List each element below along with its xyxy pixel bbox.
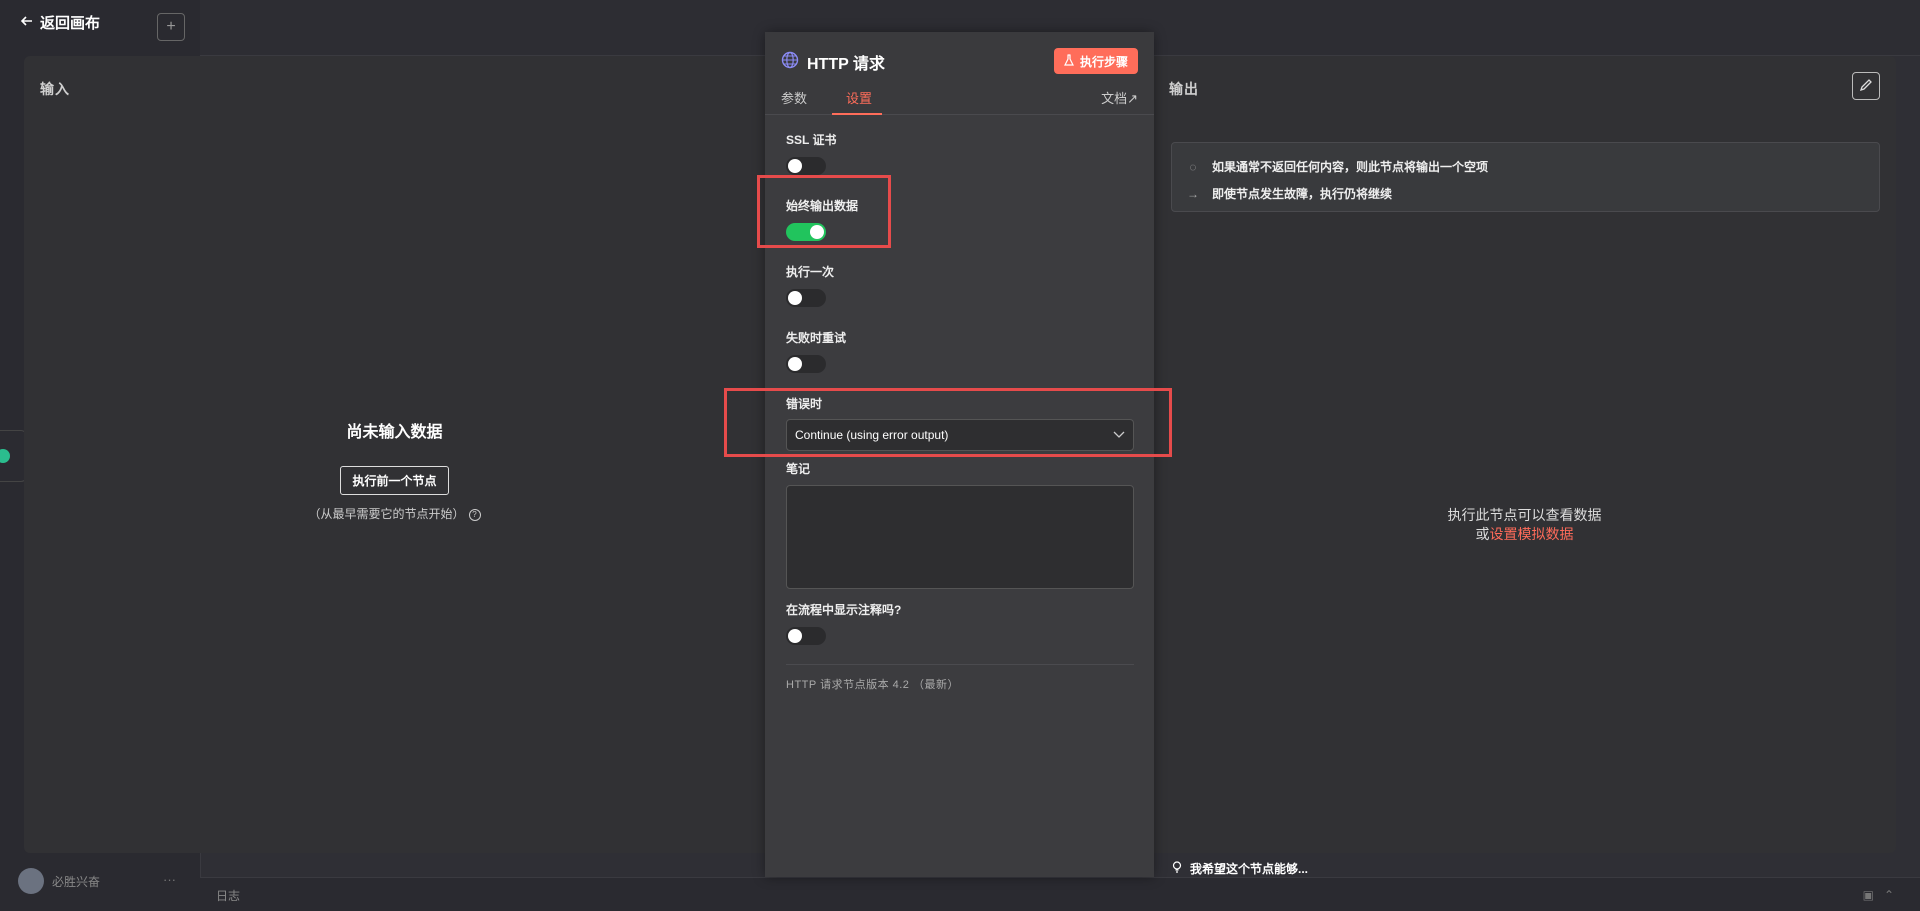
arrow-left-icon [20,14,34,32]
execute-once-label: 执行一次 [786,265,835,279]
notice-text: 即使节点发生故障，执行仍将继续 [1212,187,1393,201]
execute-hint: （从最早需要它的节点开始）? [24,505,765,522]
plus-icon: + [166,18,176,35]
dialog-tabs: 参数 设置 [781,88,896,115]
dashed-circle-icon: ◌ [1189,159,1197,174]
retry-toggle[interactable] [786,355,826,373]
edit-output-button[interactable] [1852,72,1880,100]
back-to-canvas-button[interactable]: 返回画布 [20,12,100,33]
output-panel-title: 输出 [1169,81,1199,97]
execute-hint-text: （从最早需要它的节点开始） [308,507,465,521]
copy-icon[interactable]: ▣ [1863,888,1884,902]
feature-wish-link[interactable]: 我希望这个节点能够... [1172,860,1308,877]
or-text: 或 [1475,526,1490,542]
output-panel: 输出 ◌ 如果通常不返回任何内容，则此节点将输出一个空项 → 即使节点发生故障，… [1153,56,1896,853]
execute-once-setting: 执行一次 [786,263,834,307]
logs-label: 日志 [216,889,241,903]
avatar [18,868,44,894]
show-notes-toggle[interactable] [786,627,826,645]
retry-setting: 失败时重试 [786,329,846,373]
tab-parameters[interactable]: 参数 [781,88,820,115]
toggle-knob [788,291,802,305]
highlight-on-error [724,388,1172,457]
execute-previous-node-button[interactable]: 执行前一个节点 [340,466,449,495]
set-mock-data-link[interactable]: 设置模拟数据 [1490,526,1574,542]
execute-once-toggle[interactable] [786,289,826,307]
input-panel-title: 输入 [40,81,70,97]
input-empty-state: 尚未输入数据 执行前一个节点 （从最早需要它的节点开始）? [24,418,765,522]
docs-link[interactable]: 文档↗ [1101,88,1138,107]
notes-setting: 笔记 [786,460,1134,589]
retry-label: 失败时重试 [786,331,847,345]
notice-row: → 即使节点发生故障，执行仍将继续 [1186,180,1865,207]
globe-icon [781,51,799,74]
wish-text: 我希望这个节点能够... [1190,862,1309,876]
output-empty-state: 执行此节点可以查看数据 或设置模拟数据 [1153,506,1896,544]
toggle-knob [788,629,802,643]
more-icon[interactable]: ··· [163,872,176,887]
chevron-up-icon[interactable]: ⌃ [1884,888,1904,902]
external-link-icon: ↗ [1127,91,1138,106]
help-icon[interactable]: ? [468,508,481,521]
dialog-title: HTTP 请求 [781,50,885,74]
user-name: 必胜兴奋 [52,874,101,889]
pencil-icon [1859,78,1873,95]
execute-step-button[interactable]: 执行步骤 [1053,48,1138,74]
user-profile[interactable]: 必胜兴奋 [18,868,100,894]
highlight-always-output [757,175,891,248]
back-label: 返回画布 [40,15,101,32]
notice-row: ◌ 如果通常不返回任何内容，则此节点将输出一个空项 [1186,153,1865,180]
dialog-title-text: HTTP 请求 [807,56,885,73]
arrow-right-icon: → [1187,186,1199,201]
notice-text: 如果通常不返回任何内容，则此节点将输出一个空项 [1212,160,1489,174]
toggle-knob [788,357,802,371]
logs-actions[interactable]: ▣⌃ [1863,888,1904,902]
ssl-setting: SSL 证书 [786,131,836,175]
empty-input-title: 尚未输入数据 [346,424,443,441]
input-panel: 输入 尚未输入数据 执行前一个节点 （从最早需要它的节点开始）? [24,56,765,853]
settings-notice: ◌ 如果通常不返回任何内容，则此节点将输出一个空项 → 即使节点发生故障，执行仍… [1171,142,1880,212]
tab-settings[interactable]: 设置 [832,88,883,115]
toggle-knob [788,159,802,173]
show-notes-setting: 在流程中显示注释吗? [786,601,901,645]
output-empty-text: 执行此节点可以查看数据 [1447,507,1602,523]
ssl-toggle[interactable] [786,157,826,175]
ssl-label: SSL 证书 [786,133,837,147]
dialog-header: HTTP 请求 执行步骤 参数 设置 文档↗ [765,32,1154,115]
execute-step-label: 执行步骤 [1079,54,1128,69]
output-empty-line2: 或设置模拟数据 [1153,525,1896,544]
notes-textarea[interactable] [786,485,1134,589]
docs-label: 文档 [1101,91,1128,106]
show-notes-label: 在流程中显示注释吗? [786,603,902,617]
node-icon [0,449,10,463]
add-button[interactable]: + [157,13,185,41]
side-panel-tab[interactable] [0,430,27,482]
divider [786,664,1134,665]
background-logs-bar [200,877,1920,911]
notes-label: 笔记 [786,462,811,476]
flask-icon [1064,53,1074,69]
node-version: HTTP 请求节点版本 4.2 （最新） [786,679,959,691]
lightbulb-icon [1172,860,1182,877]
